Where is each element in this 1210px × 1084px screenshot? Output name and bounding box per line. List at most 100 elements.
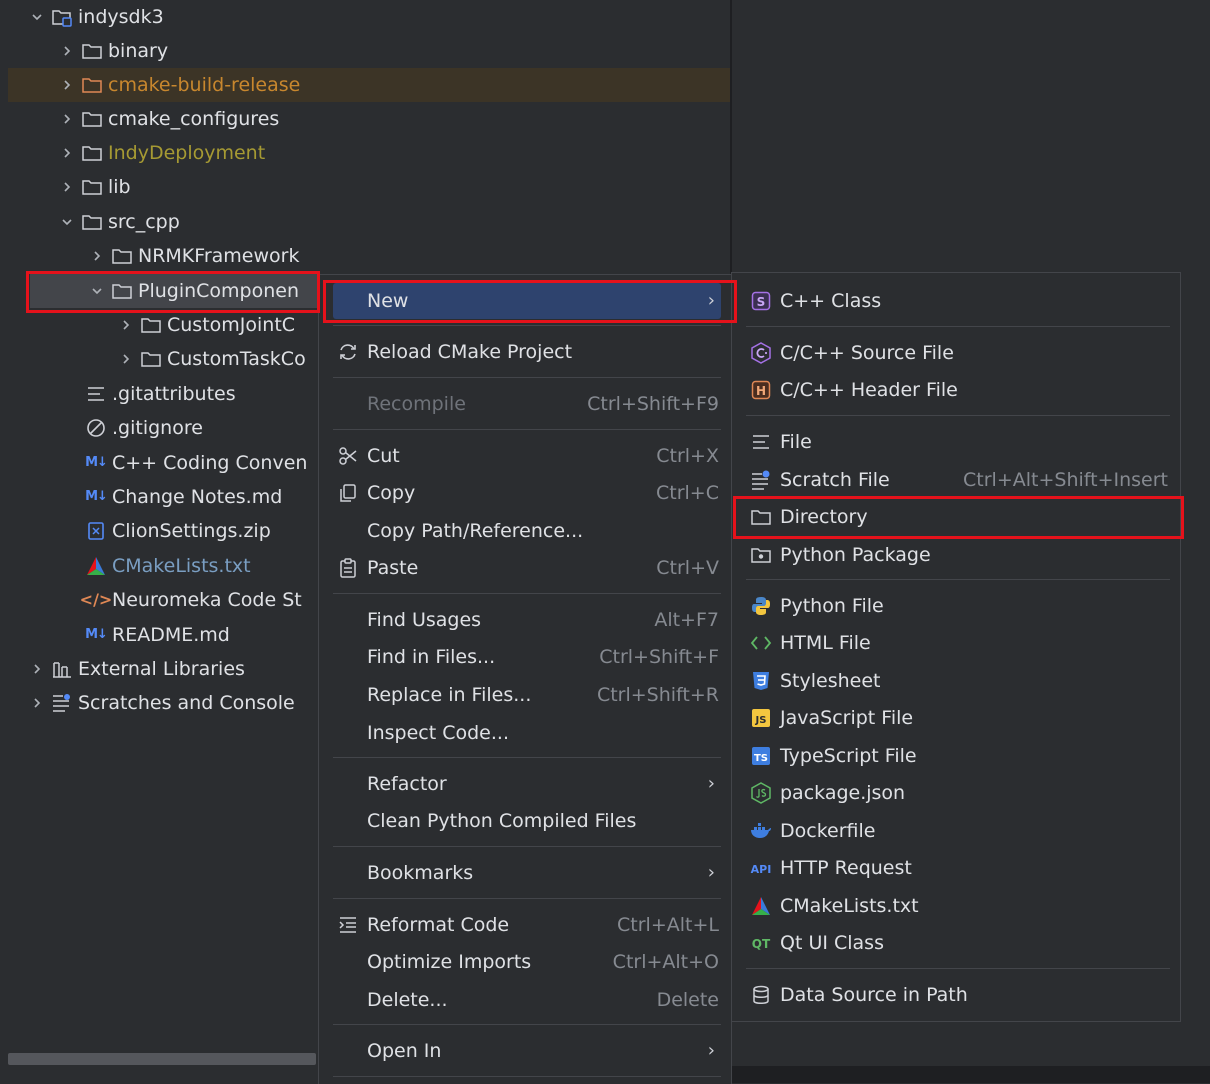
tree-label: C++ Coding Conven xyxy=(112,452,308,474)
new-stylesheet[interactable]: Stylesheet xyxy=(746,663,1170,699)
new-qt-ui-class[interactable]: QT Qt UI Class xyxy=(746,925,1170,961)
tree-label: lib xyxy=(108,176,131,198)
menu-item-cut[interactable]: Cut Ctrl+X xyxy=(333,438,721,474)
chevron-right-icon[interactable] xyxy=(28,652,46,686)
cpp-class-icon: S xyxy=(748,291,774,311)
chevron-down-icon[interactable] xyxy=(58,205,76,239)
menu-item-find-in-files[interactable]: Find in Files... Ctrl+Shift+F xyxy=(333,639,721,675)
tree-item-src-cpp[interactable]: src_cpp xyxy=(0,205,732,239)
new-python-package[interactable]: Python Package xyxy=(746,537,1170,573)
new-cpp-class[interactable]: S C++ Class xyxy=(746,283,1170,319)
tree-label: README.md xyxy=(112,624,230,646)
tree-item-indydeployment[interactable]: IndyDeployment xyxy=(0,136,732,170)
menu-item-clean-python[interactable]: Clean Python Compiled Files xyxy=(333,803,721,839)
tree-item-cmake-build-release[interactable]: cmake-build-release xyxy=(8,68,732,102)
tree-label: IndyDeployment xyxy=(108,142,266,164)
new-javascript-file[interactable]: JS JavaScript File xyxy=(746,700,1170,736)
menu-separator xyxy=(333,377,721,378)
tree-label: cmake-build-release xyxy=(108,74,301,96)
chevron-right-icon[interactable] xyxy=(117,342,135,376)
tree-item-nrmkframework[interactable]: NRMKFramework xyxy=(0,239,732,273)
tree-item-plugincomponent[interactable]: PluginComponen xyxy=(30,274,318,308)
shortcut: Alt+F7 xyxy=(654,609,719,631)
scratches-icon xyxy=(50,686,74,720)
shortcut: Ctrl+Shift+F9 xyxy=(587,393,719,415)
folder-icon xyxy=(748,507,774,527)
new-dockerfile[interactable]: Dockerfile xyxy=(746,813,1170,849)
tree-label: NRMKFramework xyxy=(138,245,300,267)
chevron-right-icon[interactable] xyxy=(58,170,76,204)
new-data-source-in-path[interactable]: Data Source in Path xyxy=(746,977,1170,1013)
menu-item-open-in[interactable]: Open In › xyxy=(333,1033,721,1069)
chevron-right-icon[interactable] xyxy=(28,686,46,720)
chevron-right-icon[interactable] xyxy=(88,239,106,273)
status-strip xyxy=(732,1066,1210,1083)
menu-item-paste[interactable]: Paste Ctrl+V xyxy=(333,550,721,586)
chevron-right-icon[interactable] xyxy=(58,68,76,102)
menu-item-inspect-code[interactable]: Inspect Code... xyxy=(333,715,721,751)
chevron-right-icon[interactable] xyxy=(58,34,76,68)
folder-icon xyxy=(80,102,104,136)
new-scratch-file[interactable]: Scratch File Ctrl+Alt+Shift+Insert xyxy=(746,462,1170,498)
tree-item-cmake-configures[interactable]: cmake_configures xyxy=(0,102,732,136)
chevron-right-icon[interactable] xyxy=(58,136,76,170)
cmake-icon xyxy=(748,896,774,916)
new-typescript-file[interactable]: TS TypeScript File xyxy=(746,738,1170,774)
menu-separator xyxy=(746,326,1170,327)
submenu-arrow-icon: › xyxy=(707,290,715,311)
context-menu: New › Reload CMake Project Recompile Ctr… xyxy=(318,274,732,1084)
menu-item-reformat-code[interactable]: Reformat Code Ctrl+Alt+L xyxy=(333,907,721,943)
menu-item-replace-in-files[interactable]: Replace in Files... Ctrl+Shift+R xyxy=(333,677,721,713)
copy-icon xyxy=(335,483,361,503)
chevron-right-icon[interactable] xyxy=(58,102,76,136)
tree-label: CustomTaskCo xyxy=(167,348,306,370)
tree-root-indysdk3[interactable]: indysdk3 xyxy=(0,0,732,34)
new-file[interactable]: File xyxy=(746,424,1170,460)
menu-separator xyxy=(746,415,1170,416)
menu-item-reload-cmake[interactable]: Reload CMake Project xyxy=(333,334,721,370)
menu-item-new[interactable]: New › xyxy=(333,283,721,319)
menu-separator xyxy=(333,846,721,847)
text-file-icon xyxy=(748,433,774,451)
new-cmakelists[interactable]: CMakeLists.txt xyxy=(746,888,1170,924)
paste-icon xyxy=(335,558,361,578)
menu-item-delete[interactable]: Delete... Delete xyxy=(333,982,721,1018)
new-cpp-source-file[interactable]: C/C++ Source File xyxy=(746,335,1170,371)
new-package-json[interactable]: package.json xyxy=(746,775,1170,811)
new-directory[interactable]: Directory xyxy=(746,499,1170,535)
svg-text:JS: JS xyxy=(755,715,767,726)
shortcut: Ctrl+X xyxy=(656,445,719,467)
chevron-right-icon[interactable] xyxy=(117,308,135,342)
chevron-down-icon[interactable] xyxy=(88,274,106,308)
svg-text:QT: QT xyxy=(752,937,771,951)
editor-edge xyxy=(1180,0,1210,1083)
markdown-icon: M↓ xyxy=(85,627,108,642)
svg-text:API: API xyxy=(751,863,772,876)
library-icon xyxy=(50,652,74,686)
reload-icon xyxy=(335,342,361,362)
folder-icon xyxy=(139,342,163,376)
menu-item-find-usages[interactable]: Find Usages Alt+F7 xyxy=(333,602,721,638)
new-http-request[interactable]: API HTTP Request xyxy=(746,850,1170,886)
menu-item-refactor[interactable]: Refactor › xyxy=(333,766,721,802)
typescript-icon: TS xyxy=(748,746,774,766)
markdown-icon: M↓ xyxy=(85,489,108,504)
menu-separator xyxy=(333,757,721,758)
tree-label: src_cpp xyxy=(108,211,180,233)
menu-item-optimize-imports[interactable]: Optimize Imports Ctrl+Alt+O xyxy=(333,944,721,980)
menu-separator xyxy=(333,898,721,899)
tree-item-lib[interactable]: lib xyxy=(0,170,732,204)
menu-item-copy[interactable]: Copy Ctrl+C xyxy=(333,475,721,511)
tree-label: cmake_configures xyxy=(108,108,280,130)
archive-icon xyxy=(84,514,108,548)
new-html-file[interactable]: HTML File xyxy=(746,625,1170,661)
menu-item-copy-path[interactable]: Copy Path/Reference... xyxy=(333,513,721,549)
new-cpp-header-file[interactable]: H C/C++ Header File xyxy=(746,372,1170,408)
shortcut: Ctrl+Alt+Shift+Insert xyxy=(963,469,1168,491)
menu-item-bookmarks[interactable]: Bookmarks › xyxy=(333,855,721,891)
new-python-file[interactable]: Python File xyxy=(746,588,1170,624)
menu-item-recompile[interactable]: Recompile Ctrl+Shift+F9 xyxy=(333,386,721,422)
horizontal-scrollbar[interactable] xyxy=(8,1053,316,1065)
chevron-down-icon[interactable] xyxy=(28,0,46,34)
tree-item-binary[interactable]: binary xyxy=(0,34,732,68)
